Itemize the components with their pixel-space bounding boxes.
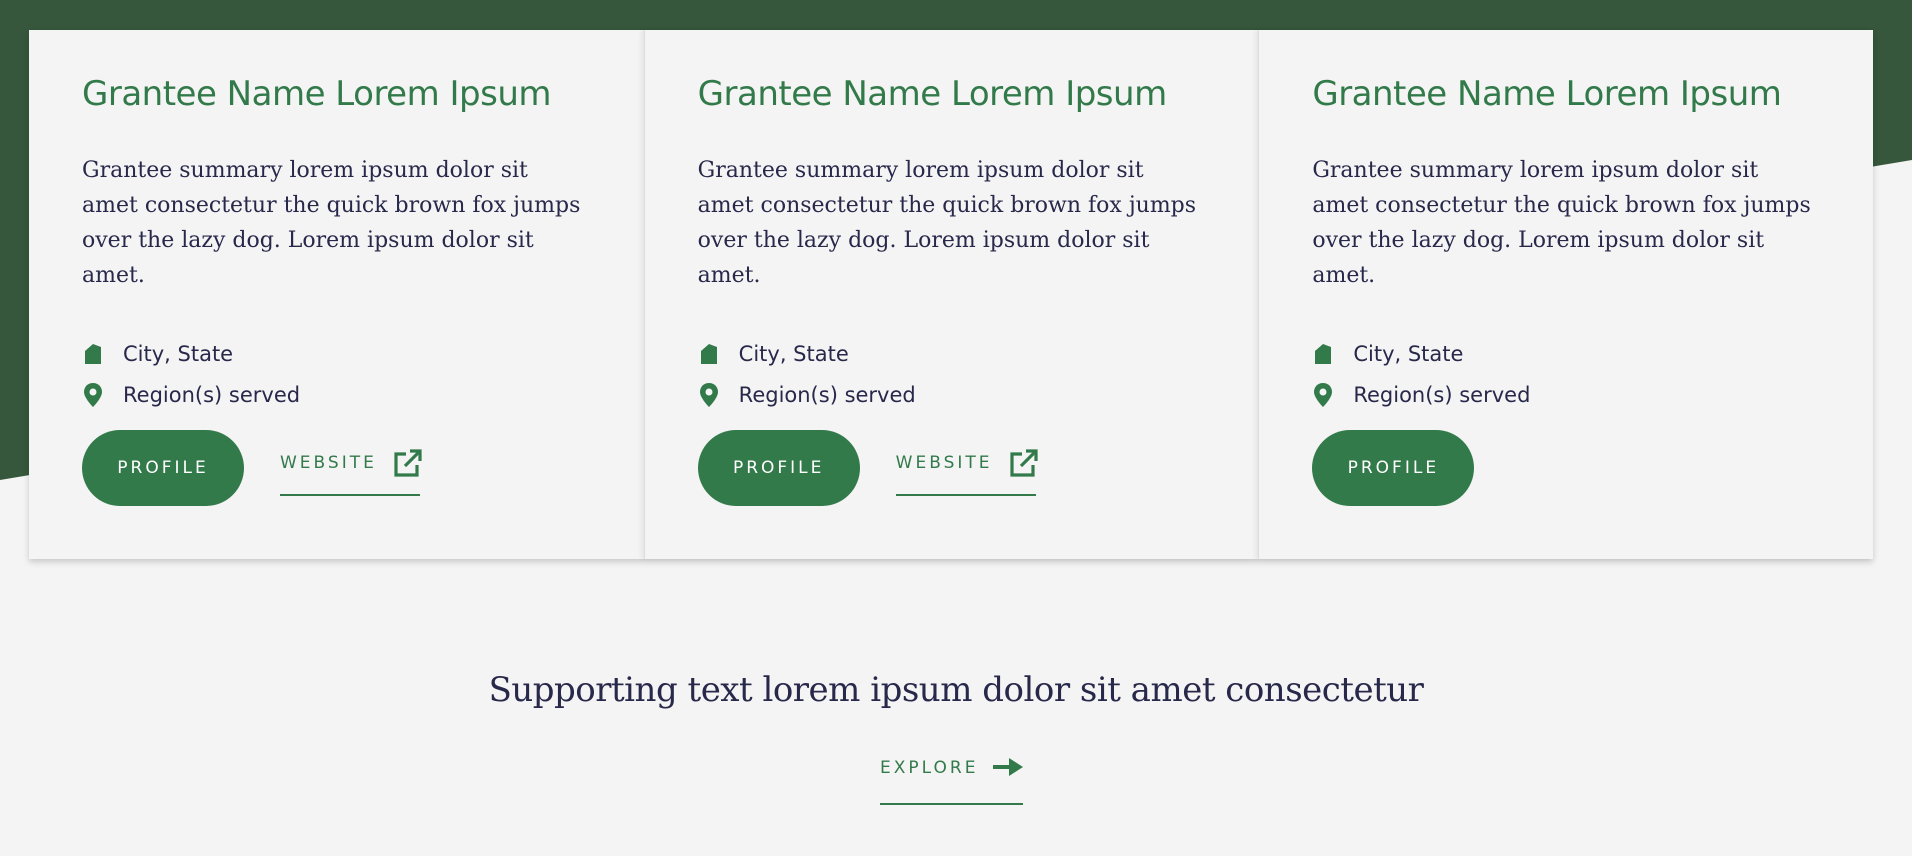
website-link-label: WEBSITE	[895, 453, 993, 473]
card-region-row: Region(s) served	[82, 382, 300, 408]
profile-button[interactable]: PROFILE	[1312, 430, 1475, 506]
card-region: Region(s) served	[1353, 383, 1531, 407]
supporting-text: Supporting text lorem ipsum dolor sit am…	[488, 670, 1424, 710]
profile-button[interactable]: PROFILE	[82, 430, 244, 506]
grantee-card: Grantee Name Lorem Ipsum Grantee summary…	[29, 30, 644, 559]
card-summary: Grantee summary lorem ipsum dolor sit am…	[697, 158, 1197, 288]
card-title: Grantee Name Lorem Ipsum	[697, 74, 1168, 114]
card-region-row: Region(s) served	[1312, 382, 1530, 408]
website-link-label: WEBSITE	[280, 453, 377, 473]
card-region: Region(s) served	[738, 383, 916, 407]
profile-button[interactable]: PROFILE	[697, 430, 860, 506]
website-link[interactable]: WEBSITE	[280, 448, 423, 496]
card-title: Grantee Name Lorem Ipsum	[82, 74, 552, 114]
building-icon	[698, 341, 720, 367]
card-summary: Grantee summary lorem ipsum dolor sit am…	[82, 158, 581, 288]
card-region: Region(s) served	[123, 383, 301, 407]
card-summary: Grantee summary lorem ipsum dolor sit am…	[1312, 158, 1811, 288]
map-pin-icon	[82, 382, 104, 408]
card-location-row: City, State	[1312, 341, 1463, 367]
card-location: City, State	[738, 342, 849, 366]
card-location-row: City, State	[82, 341, 233, 367]
explore-link-label: EXPLORE	[880, 758, 979, 778]
arrow-right-icon	[992, 757, 1024, 782]
grantee-card: Grantee Name Lorem Ipsum Grantee summary…	[643, 30, 1259, 559]
card-region-row: Region(s) served	[698, 382, 916, 408]
card-title: Grantee Name Lorem Ipsum	[1312, 74, 1782, 114]
map-pin-icon	[698, 382, 720, 408]
card-location: City, State	[1353, 342, 1464, 366]
card-location-row: City, State	[698, 341, 849, 367]
card-location: City, State	[123, 342, 234, 366]
external-link-icon	[1009, 448, 1039, 483]
map-pin-icon	[1312, 382, 1334, 408]
explore-link[interactable]: EXPLORE	[880, 755, 1024, 805]
grantee-card: Grantee Name Lorem Ipsum Grantee summary…	[1258, 30, 1874, 559]
external-link-icon	[393, 448, 423, 483]
grantee-card-grid: Grantee Name Lorem Ipsum Grantee summary…	[29, 30, 1874, 559]
building-icon	[82, 341, 104, 367]
website-link[interactable]: WEBSITE	[895, 448, 1039, 496]
building-icon	[1312, 341, 1334, 367]
